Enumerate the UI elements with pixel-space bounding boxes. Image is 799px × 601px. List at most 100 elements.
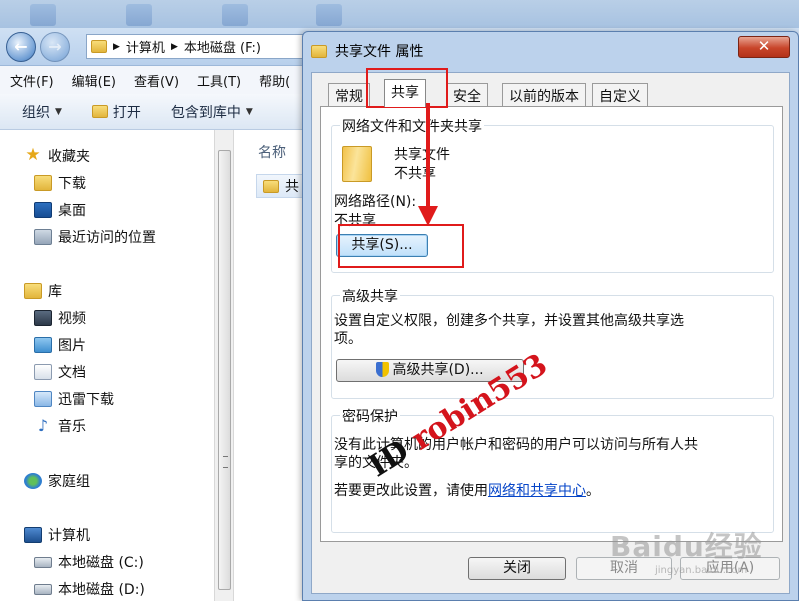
tab-sharing[interactable]: 共享: [384, 79, 426, 107]
chevron-right-icon: ▶: [170, 41, 178, 52]
change-suffix: 。: [586, 483, 600, 499]
nav-item-label: 下载: [58, 176, 86, 192]
advanced-sharing-description: 设置自定义权限，创建多个共享，并设置其他高级共享选: [334, 313, 684, 329]
network-path-label: 网络路径(N):: [334, 194, 417, 210]
nav-item-label: 最近访问的位置: [58, 230, 156, 246]
tab-general[interactable]: 常规: [328, 83, 370, 106]
advanced-sharing-button-label: 高级共享(D)...: [392, 362, 484, 378]
shared-folder-name: 共享文件: [394, 147, 450, 163]
organize-button[interactable]: 组织 ▼: [22, 102, 62, 122]
open-label: 打开: [112, 104, 141, 121]
open-folder-icon: [91, 105, 108, 118]
video-library-icon: [34, 310, 52, 326]
nav-favorites[interactable]: ★ 收藏夹: [24, 146, 90, 166]
nav-item-videos[interactable]: 视频: [34, 308, 86, 328]
chevron-right-icon: ▶: [113, 41, 120, 52]
nav-item-documents[interactable]: 文档: [34, 362, 86, 382]
nav-homegroup[interactable]: 家庭组: [24, 471, 90, 491]
star-icon: ★: [25, 145, 41, 165]
folder-icon: [91, 40, 107, 53]
nav-libraries[interactable]: 库: [24, 281, 62, 301]
library-icon: [24, 283, 42, 299]
nav-item-drive-d[interactable]: 本地磁盘 (D:): [34, 579, 145, 599]
nav-item-drive-c[interactable]: 本地磁盘 (C:): [34, 552, 144, 572]
folder-icon: [263, 179, 279, 193]
change-prefix: 若要更改此设置，请使用: [334, 483, 488, 499]
menu-help[interactable]: 帮助(: [259, 71, 290, 90]
group-title: 网络文件和文件夹共享: [340, 116, 484, 136]
desktop-strip: [0, 0, 799, 28]
network-sharing-center-link[interactable]: 网络和共享中心: [488, 483, 586, 499]
computer-icon: [24, 527, 42, 543]
breadcrumb-computer[interactable]: 计算机: [126, 37, 165, 56]
address-bar[interactable]: ▶ 计算机 ▶ 本地磁盘 (F:): [86, 34, 306, 59]
close-icon[interactable]: ✕: [738, 36, 790, 58]
menu-tools[interactable]: 工具(T): [197, 71, 241, 90]
recent-places-icon: [34, 229, 52, 245]
open-button[interactable]: 打开: [91, 102, 141, 122]
downloads-folder-icon: [34, 175, 52, 191]
scrollbar-grip-icon: [223, 456, 228, 468]
nav-item-label: 文档: [58, 365, 86, 381]
password-change-hint: 若要更改此设置，请使用网络和共享中心。: [334, 480, 600, 500]
caret-down-icon: ▼: [245, 106, 253, 117]
menu-bar: 文件(F) 编辑(E) 查看(V) 工具(T) 帮助(: [0, 66, 310, 94]
desktop-icon: [34, 202, 52, 218]
nav-item-label: 本地磁盘 (D:): [58, 582, 145, 598]
pictures-library-icon: [34, 337, 52, 353]
arrow-head-icon: [418, 206, 438, 226]
navigation-pane: ★ 收藏夹 下载 桌面 最近访问的位置 库 视频 图片 文档 迅雷下载 ♪ 音乐…: [0, 130, 214, 601]
nav-libraries-label: 库: [48, 284, 62, 300]
command-bar: 组织 ▼ 打开 包含到库中 ▼: [0, 94, 310, 130]
tab-previous-versions[interactable]: 以前的版本: [502, 83, 586, 106]
homegroup-icon: [24, 473, 42, 489]
menu-edit[interactable]: 编辑(E): [72, 71, 116, 90]
tab-customize[interactable]: 自定义: [592, 83, 648, 106]
nav-item-label: 本地磁盘 (C:): [58, 555, 144, 571]
baidu-watermark: Baidu经验: [610, 530, 763, 563]
nav-item-label: 迅雷下载: [58, 392, 114, 408]
nav-homegroup-label: 家庭组: [48, 474, 90, 490]
group-title: 密码保护: [340, 406, 400, 426]
include-library-label: 包含到库中: [170, 104, 241, 121]
nav-item-pictures[interactable]: 图片: [34, 335, 86, 355]
back-button[interactable]: ←: [6, 32, 36, 62]
properties-dialog: 共享文件 属性 ✕ 常规 共享 安全 以前的版本 自定义 网络文件和文件夹共享 …: [302, 31, 799, 601]
arrow-icon: [426, 103, 430, 210]
tab-security[interactable]: 安全: [446, 83, 488, 106]
scrollbar-thumb[interactable]: [218, 150, 231, 590]
advanced-sharing-description-cont: 项。: [334, 331, 362, 347]
file-list: 名称 共: [234, 130, 316, 601]
desktop-icon: [126, 4, 152, 26]
dialog-title: 共享文件 属性: [335, 44, 424, 60]
nav-item-desktop[interactable]: 桌面: [34, 200, 86, 220]
uac-shield-icon: [376, 362, 390, 377]
desktop-icon: [30, 4, 56, 26]
organize-label: 组织: [22, 104, 50, 121]
nav-item-recent[interactable]: 最近访问的位置: [34, 227, 156, 247]
disk-drive-icon: [34, 556, 52, 568]
navigation-scrollbar[interactable]: [214, 130, 234, 601]
folder-icon: [342, 146, 372, 182]
documents-library-icon: [34, 364, 52, 380]
nav-item-downloads[interactable]: 下载: [34, 173, 86, 193]
menu-file[interactable]: 文件(F): [10, 71, 54, 90]
nav-item-label: 音乐: [58, 419, 86, 435]
nav-item-music[interactable]: ♪ 音乐: [34, 416, 86, 436]
nav-computer[interactable]: 计算机: [24, 525, 90, 545]
baidu-watermark-url: jingyan.baidu.com: [655, 565, 748, 576]
forward-button[interactable]: →: [40, 32, 70, 62]
include-library-button[interactable]: 包含到库中 ▼: [171, 102, 253, 122]
dialog-body: 常规 共享 安全 以前的版本 自定义 网络文件和文件夹共享 共享文件 不共享 网…: [311, 72, 790, 594]
disk-drive-icon: [34, 583, 52, 595]
close-button[interactable]: 关闭: [468, 557, 566, 580]
breadcrumb-drive[interactable]: 本地磁盘 (F:): [184, 37, 261, 56]
column-header-name[interactable]: 名称: [258, 142, 286, 162]
nav-item-thunder[interactable]: 迅雷下载: [34, 389, 114, 409]
folder-icon: [311, 44, 327, 58]
menu-view[interactable]: 查看(V): [134, 71, 179, 90]
desktop-icon: [316, 4, 342, 26]
file-item-label: 共: [285, 179, 299, 195]
nav-computer-label: 计算机: [48, 528, 90, 544]
dialog-title-bar[interactable]: 共享文件 属性: [311, 41, 423, 61]
